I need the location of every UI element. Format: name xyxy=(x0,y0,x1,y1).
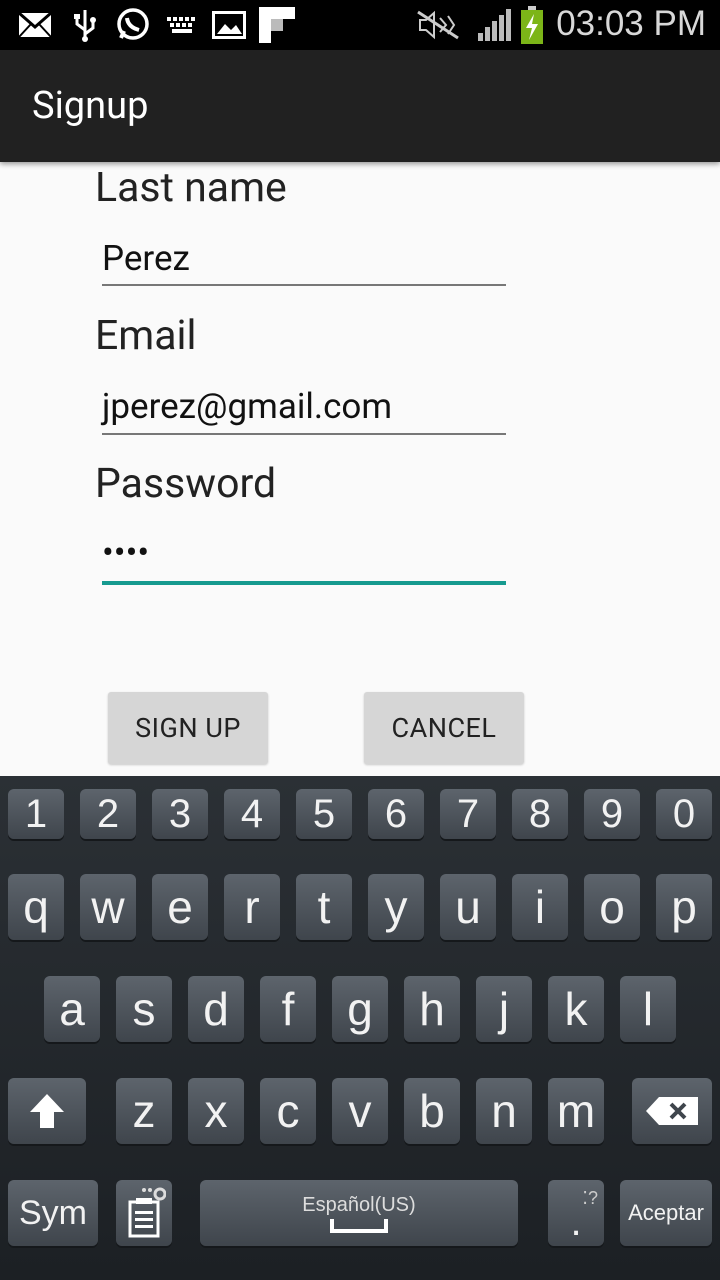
key-8[interactable]: 8 xyxy=(512,789,568,839)
key-u[interactable]: u xyxy=(440,874,496,940)
key-b[interactable]: b xyxy=(404,1078,460,1144)
period-key[interactable]: ⁚? . xyxy=(548,1180,604,1246)
key-o[interactable]: o xyxy=(584,874,640,940)
period-alt-hint: ⁚? xyxy=(582,1188,598,1208)
soft-keyboard: 1 2 3 4 5 6 7 8 9 0 q w e r t y u i o p … xyxy=(0,776,720,1280)
key-t[interactable]: t xyxy=(296,874,352,940)
space-language-label: Español(US) xyxy=(302,1193,416,1216)
key-s[interactable]: s xyxy=(116,976,172,1042)
password-field[interactable]: •••• xyxy=(102,532,149,573)
shift-icon xyxy=(30,1094,64,1128)
image-icon xyxy=(212,10,246,40)
space-bar-icon xyxy=(330,1218,388,1233)
key-w[interactable]: w xyxy=(80,874,136,940)
key-e[interactable]: e xyxy=(152,874,208,940)
signal-icon xyxy=(476,9,512,41)
sym-key[interactable]: Sym xyxy=(8,1180,98,1246)
last-name-field[interactable]: Perez xyxy=(102,238,190,279)
status-bar: 03:03 PM xyxy=(0,0,720,50)
key-f[interactable]: f xyxy=(260,976,316,1042)
key-m[interactable]: m xyxy=(548,1078,604,1144)
backspace-key[interactable] xyxy=(632,1078,712,1144)
clipboard-key[interactable] xyxy=(116,1180,172,1246)
key-9[interactable]: 9 xyxy=(584,789,640,839)
key-d[interactable]: d xyxy=(188,976,244,1042)
last-name-underline xyxy=(102,284,506,286)
backspace-icon xyxy=(646,1097,698,1125)
key-k[interactable]: k xyxy=(548,976,604,1042)
email-field[interactable]: jperez@gmail.com xyxy=(102,386,392,427)
battery-charging-icon xyxy=(518,6,546,44)
space-key[interactable]: Español(US) xyxy=(200,1180,518,1246)
period-label: . xyxy=(570,1200,582,1244)
key-g[interactable]: g xyxy=(332,976,388,1042)
password-underline xyxy=(102,581,506,585)
key-5[interactable]: 5 xyxy=(296,789,352,839)
keyboard-icon xyxy=(166,10,198,40)
clipboard-settings-icon xyxy=(128,1187,166,1238)
signup-button[interactable]: SIGN UP xyxy=(108,692,268,764)
key-y[interactable]: y xyxy=(368,874,424,940)
whatsapp-icon xyxy=(114,8,152,40)
key-2[interactable]: 2 xyxy=(80,789,136,839)
key-r[interactable]: r xyxy=(224,874,280,940)
key-h[interactable]: h xyxy=(404,976,460,1042)
key-j[interactable]: j xyxy=(476,976,532,1042)
shift-key[interactable] xyxy=(8,1078,86,1144)
key-q[interactable]: q xyxy=(8,874,64,940)
key-4[interactable]: 4 xyxy=(224,789,280,839)
key-a[interactable]: a xyxy=(44,976,100,1042)
mail-icon xyxy=(18,10,52,40)
key-l[interactable]: l xyxy=(620,976,676,1042)
enter-key[interactable]: Aceptar xyxy=(620,1180,712,1246)
key-n[interactable]: n xyxy=(476,1078,532,1144)
key-i[interactable]: i xyxy=(512,874,568,940)
key-c[interactable]: c xyxy=(260,1078,316,1144)
app-bar: Signup xyxy=(0,50,720,162)
email-label: Email xyxy=(95,312,197,360)
cancel-button[interactable]: CANCEL xyxy=(364,692,524,764)
key-z[interactable]: z xyxy=(116,1078,172,1144)
usb-icon xyxy=(72,10,98,42)
mute-icon xyxy=(416,10,460,40)
key-x[interactable]: x xyxy=(188,1078,244,1144)
key-v[interactable]: v xyxy=(332,1078,388,1144)
email-underline xyxy=(102,433,506,435)
key-p[interactable]: p xyxy=(656,874,712,940)
flipboard-icon xyxy=(258,7,296,43)
status-time: 03:03 PM xyxy=(556,4,706,43)
page-title: Signup xyxy=(32,84,149,128)
password-label: Password xyxy=(95,460,277,508)
key-0[interactable]: 0 xyxy=(656,789,712,839)
key-7[interactable]: 7 xyxy=(440,789,496,839)
last-name-label: Last name xyxy=(95,164,287,212)
key-3[interactable]: 3 xyxy=(152,789,208,839)
key-1[interactable]: 1 xyxy=(8,789,64,839)
key-6[interactable]: 6 xyxy=(368,789,424,839)
signup-form: Last name Perez Email jperez@gmail.com P… xyxy=(0,162,720,776)
